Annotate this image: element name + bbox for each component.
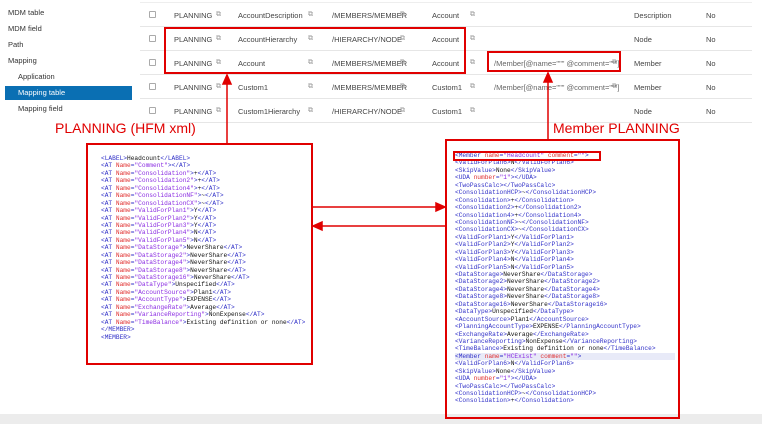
arrow-head-up-right (542, 71, 554, 83)
annotation-arrows (221, 71, 554, 232)
arrow-head-left (311, 220, 323, 232)
arrow-head-up-left (221, 73, 233, 85)
arrow-head-right (435, 201, 447, 213)
